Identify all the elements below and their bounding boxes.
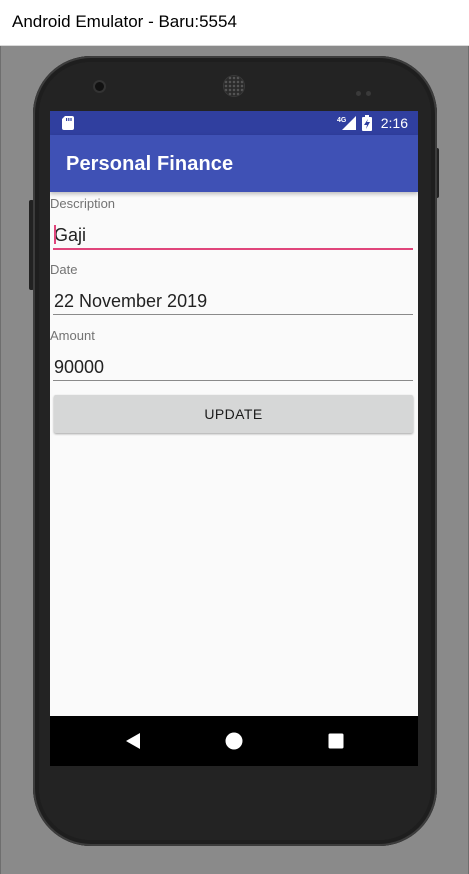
signal-icon: 4G (337, 116, 356, 130)
description-field[interactable] (53, 219, 414, 251)
window-title: Android Emulator - Baru:5554 (12, 12, 237, 31)
network-type-label: 4G (337, 117, 347, 124)
back-icon (126, 733, 140, 749)
home-icon (225, 732, 243, 750)
navigation-bar (50, 716, 418, 766)
description-underline (53, 248, 413, 250)
phone-screen: 4G 2:16 Personal Finance Description Dat… (50, 111, 418, 766)
update-button[interactable]: UPDATE (54, 395, 413, 433)
date-label: Date (50, 262, 78, 277)
text-cursor (54, 225, 56, 244)
description-label: Description (50, 196, 116, 211)
window-border-left (0, 46, 1, 874)
window-title-bar: Android Emulator - Baru:5554 (0, 0, 469, 46)
battery-icon (361, 115, 372, 131)
app-bar: Personal Finance (50, 135, 418, 192)
back-button[interactable] (122, 730, 144, 752)
amount-underline (53, 380, 413, 381)
recents-button[interactable] (325, 730, 347, 752)
app-title: Personal Finance (66, 153, 234, 175)
home-button[interactable] (223, 730, 245, 752)
sensors-icon (356, 83, 380, 96)
amount-field[interactable] (53, 351, 414, 383)
amount-label: Amount (50, 328, 95, 343)
date-underline (53, 314, 413, 315)
status-icons: 4G 2:16 (337, 114, 408, 132)
status-bar: 4G 2:16 (50, 111, 418, 135)
sd-card-icon (62, 116, 74, 130)
speaker-grille-icon (224, 76, 244, 96)
date-field[interactable] (53, 285, 414, 317)
status-time: 2:16 (380, 115, 408, 131)
front-camera-icon (95, 82, 104, 91)
recents-icon (328, 733, 344, 749)
